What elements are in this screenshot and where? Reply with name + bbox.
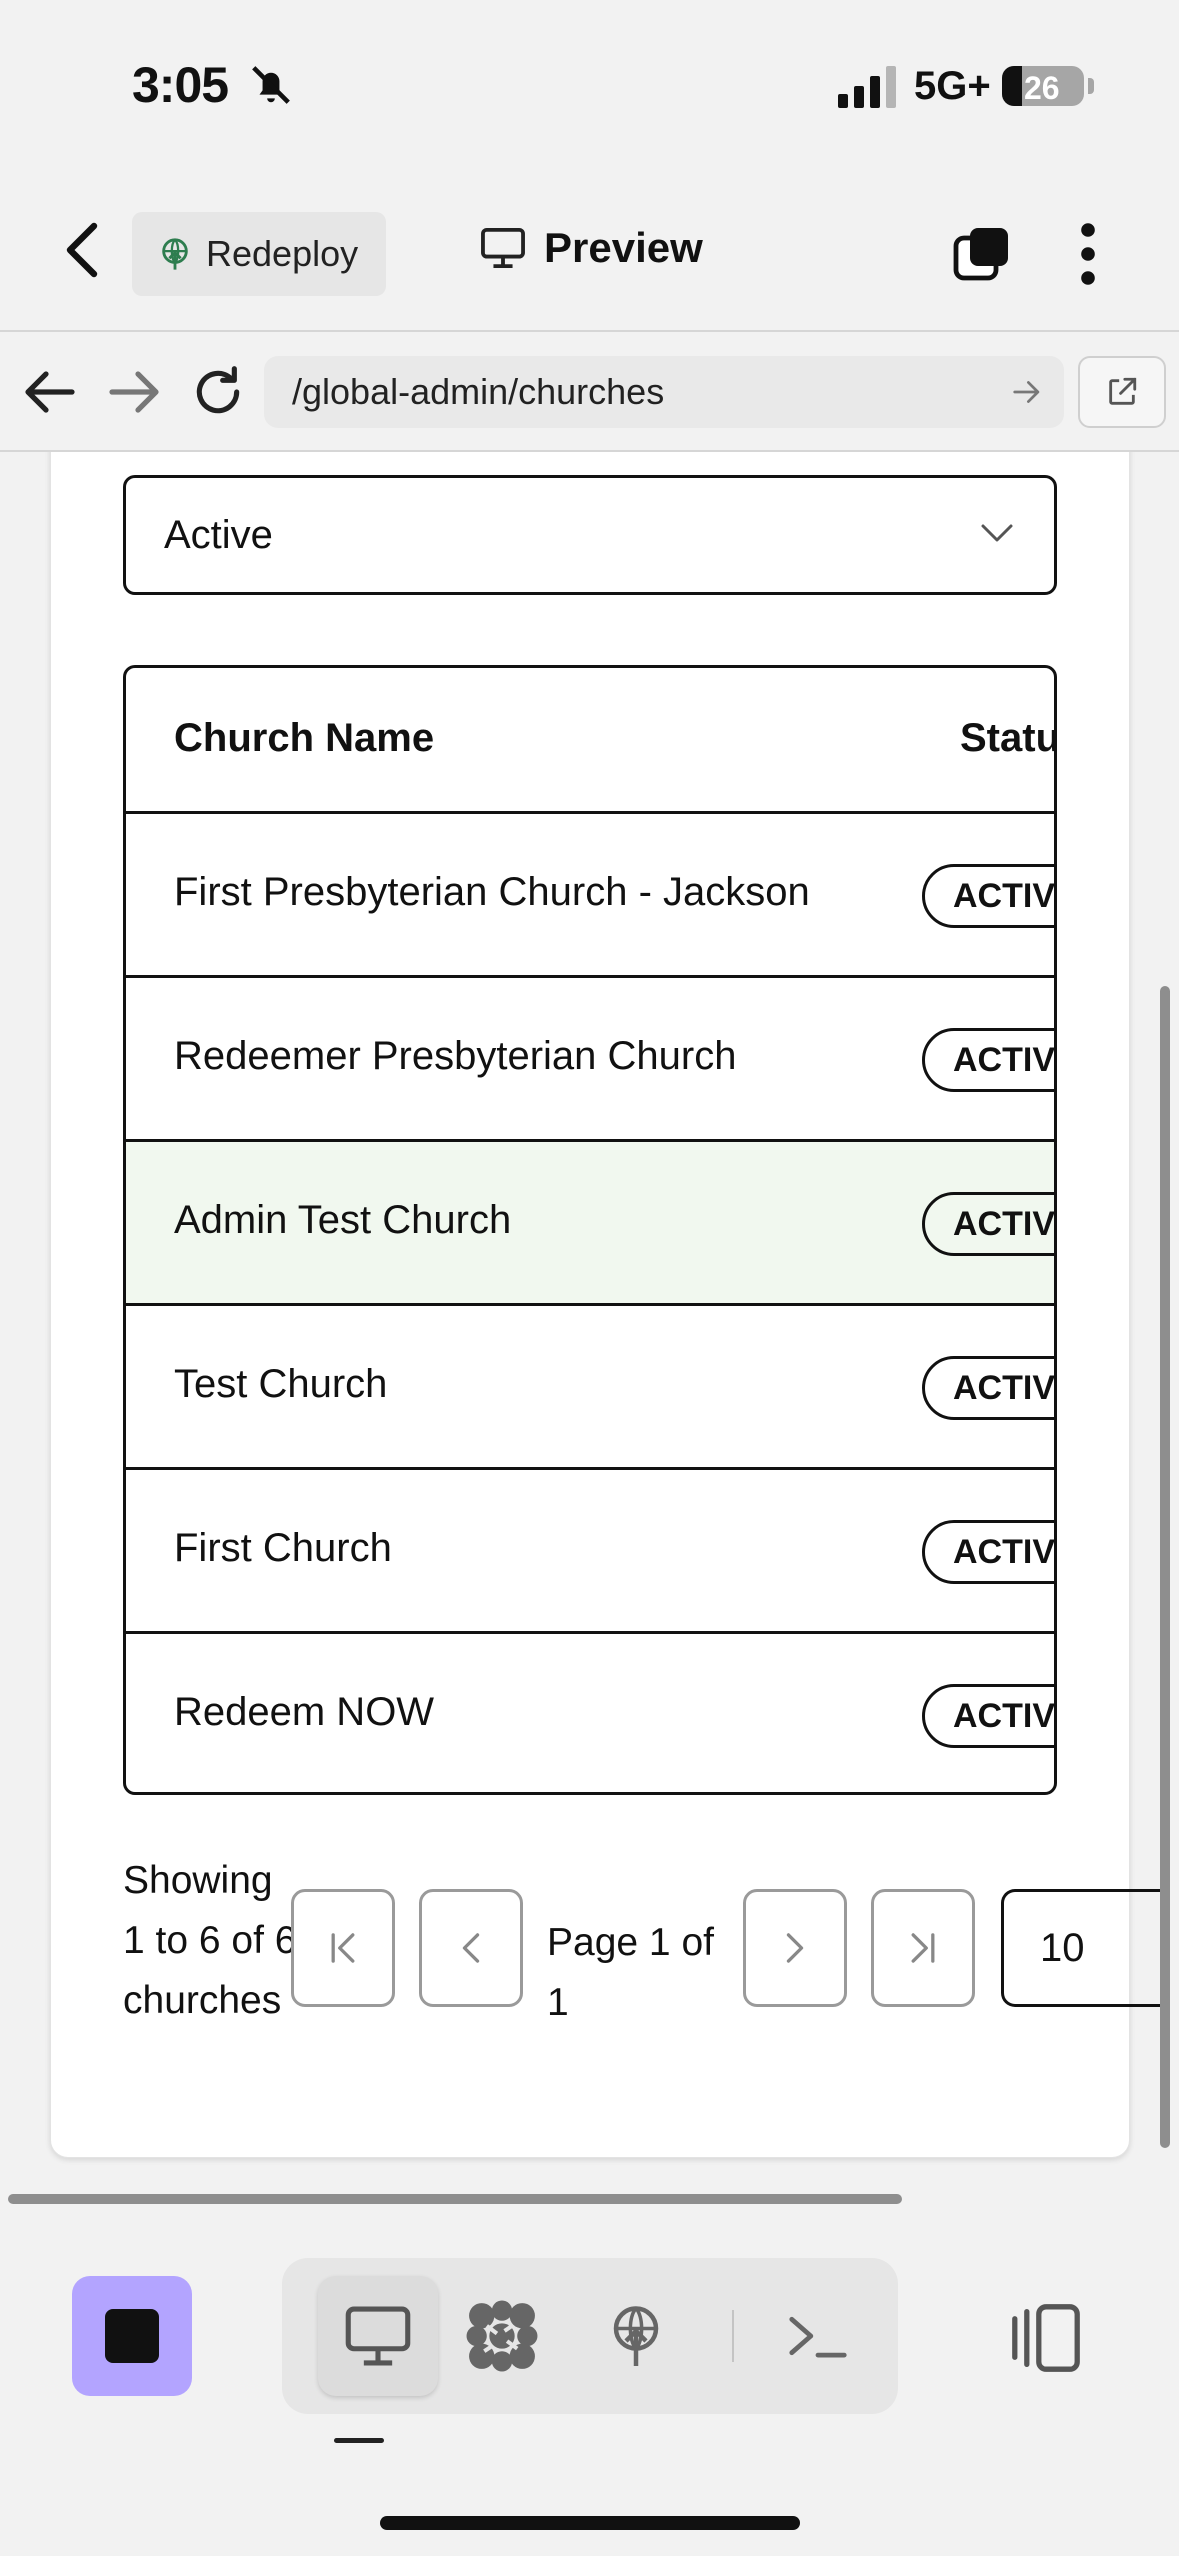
tool-dock [282,2258,898,2414]
home-indicator [380,2516,800,2530]
church-name-cell: First Church [174,1526,392,1570]
first-page-icon [331,1933,355,1963]
dock-preview-button[interactable] [318,2276,438,2396]
column-header-status[interactable]: Statu [960,716,1054,761]
table-row[interactable]: Redeemer Presbyterian Church ACTIV [126,978,1054,1142]
dock-workflows-button[interactable] [442,2276,562,2396]
next-page-button[interactable] [743,1889,847,2007]
preview-button[interactable]: Preview [480,224,703,272]
status-badge: ACTIV [922,1356,1054,1420]
dock-deploy-button[interactable] [576,2276,696,2396]
first-page-button[interactable] [291,1889,395,2007]
nav-back-arrow-icon[interactable] [24,370,76,414]
stop-square-icon [105,2309,159,2363]
redeploy-label: Redeploy [206,233,359,274]
battery-tip [1088,78,1094,94]
network-type: 5G+ [914,64,991,108]
chevron-down-icon [981,524,1013,542]
churches-table: Church Name Statu First Presbyterian Chu… [123,665,1057,1795]
table-row[interactable]: Redeem NOW ACTIV [126,1634,1054,1792]
open-external-button[interactable] [1078,356,1166,428]
go-arrow-icon[interactable] [1012,378,1042,406]
table-header: Church Name Statu [126,668,1054,814]
previous-page-button[interactable] [419,1889,523,2007]
dock-separator [732,2310,734,2362]
chevron-right-icon [786,1933,804,1963]
status-time: 3:05 [132,57,229,113]
bell-muted-icon [252,66,290,104]
church-name-cell: Redeem NOW [174,1690,435,1734]
stop-button[interactable] [72,2276,192,2396]
church-name-cell: First Presbyterian Church - Jackson [174,870,810,914]
status-badge: ACTIV [922,864,1054,928]
workflow-blob-icon [466,2300,538,2372]
more-vertical-icon[interactable] [1068,222,1108,286]
chevron-left-icon [462,1933,480,1963]
reload-icon[interactable] [190,364,246,420]
url-input[interactable]: /global-admin/churches [264,356,1064,428]
monitor-icon [345,2306,411,2366]
column-header-church-name[interactable]: Church Name [174,716,434,761]
last-page-button[interactable] [871,1889,975,2007]
page-size-select[interactable]: 10 [1001,1889,1161,2007]
table-row[interactable]: First Presbyterian Church - Jackson ACTI… [126,814,1054,978]
external-link-icon [1109,377,1137,405]
churches-card: Active Church Name Statu First Presbyter… [50,452,1161,2158]
side-panel-icon[interactable] [1010,2302,1082,2374]
cell-signal-icon [838,66,896,108]
terminal-icon [789,2316,847,2358]
toolbar-divider [0,330,1179,332]
last-page-icon [911,1933,935,1963]
active-tab-indicator [334,2438,384,2443]
pagination-summary: Showing 1 to 6 of 6 churches [123,1859,297,2022]
church-name-cell: Admin Test Church [174,1198,512,1242]
status-filter-select[interactable]: Active [123,475,1057,595]
status-badge: ACTIV [922,1684,1054,1748]
church-name-cell: Redeemer Presbyterian Church [174,1034,737,1078]
deploy-globe-icon [162,238,188,270]
back-chevron-icon[interactable] [62,222,102,278]
status-badge: ACTIV [922,1192,1054,1256]
table-row[interactable]: Test Church ACTIV [126,1306,1054,1470]
tabs-icon[interactable] [952,224,1012,284]
page-indicator: Page 1 of 1 [547,1921,714,2024]
nav-forward-arrow-icon[interactable] [108,370,160,414]
monitor-icon [481,227,525,269]
church-name-cell: Test Church [174,1362,388,1406]
deploy-globe-icon [613,2306,659,2366]
table-row-highlighted[interactable]: Admin Test Church ACTIV [126,1142,1054,1306]
status-filter-value: Active [164,512,273,557]
page-viewport[interactable]: Active Church Name Statu First Presbyter… [0,452,1179,2190]
dock-shell-button[interactable] [758,2276,878,2396]
horizontal-scrollbar[interactable] [8,2194,902,2204]
vertical-scrollbar[interactable] [1160,986,1170,2148]
battery-icon: 26 [1002,66,1084,106]
preview-label: Preview [544,224,703,271]
url-text: /global-admin/churches [292,371,665,412]
status-badge: ACTIV [922,1028,1054,1092]
status-badge: ACTIV [922,1520,1054,1584]
redeploy-button[interactable]: Redeploy [132,212,386,296]
table-row[interactable]: First Church ACTIV [126,1470,1054,1634]
battery-level: 26 [1024,70,1060,106]
